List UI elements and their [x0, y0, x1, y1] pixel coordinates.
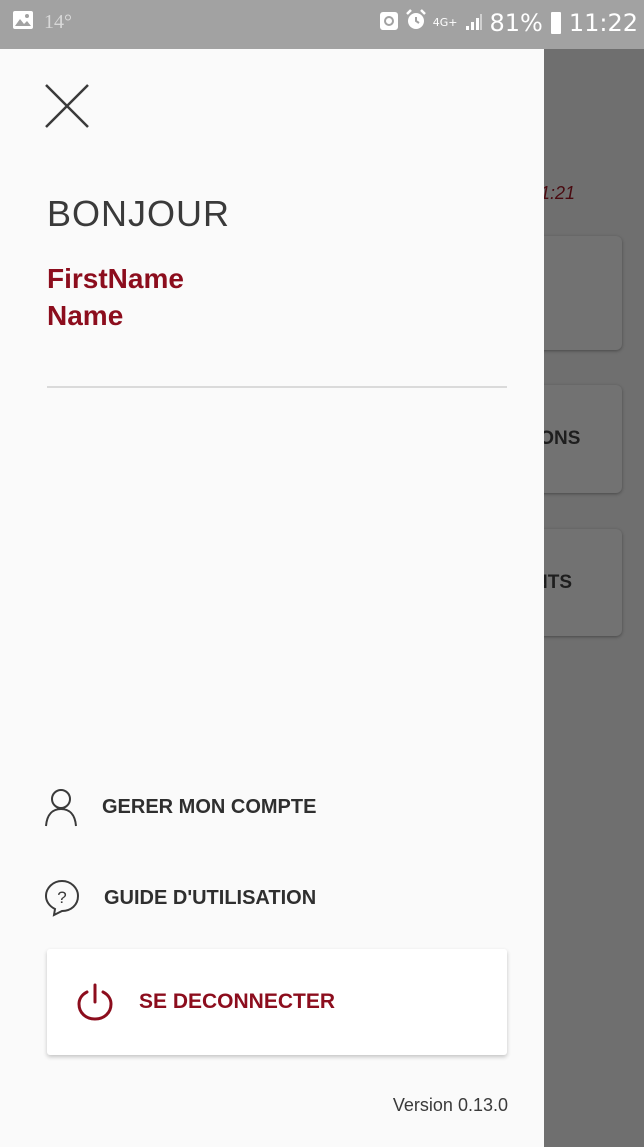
- network-type: 4G+: [432, 16, 458, 29]
- close-drawer-button[interactable]: [40, 79, 94, 133]
- menu-item-manage-account[interactable]: GERER MON COMPTE: [44, 787, 316, 827]
- background-card-label: NTS: [544, 571, 572, 593]
- status-bar: 14° 4G+ 81% 11:22: [0, 0, 644, 49]
- power-icon: [77, 983, 113, 1021]
- signal-icon: [465, 9, 483, 37]
- logout-label: SE DECONNECTER: [139, 990, 336, 1013]
- close-icon: [45, 84, 89, 128]
- battery-icon: [550, 12, 561, 34]
- app-version: Version 0.13.0: [392, 1095, 508, 1115]
- logout-button[interactable]: SE DECONNECTER: [47, 949, 507, 1055]
- alarm-icon: [405, 9, 427, 37]
- battery-percent: 81%: [489, 9, 543, 37]
- recycle-notification-icon: [379, 9, 399, 37]
- background-card-label: IONS: [544, 428, 581, 449]
- background-time: 1:21: [544, 183, 576, 203]
- menu-item-label: GERER MON COMPTE: [102, 795, 317, 818]
- background-card: [544, 236, 622, 350]
- clock: 11:22: [568, 9, 638, 37]
- greeting-title: BONJOUR: [47, 193, 231, 235]
- help-bubble-icon: ?: [44, 879, 80, 917]
- navigation-drawer: BONJOUR FirstName Name GERER MON COMPTE …: [0, 49, 544, 1147]
- svg-text:?: ?: [57, 888, 66, 907]
- user-first-name: FirstName: [47, 263, 184, 294]
- weather-temperature: 14°: [44, 10, 72, 33]
- menu-item-user-guide[interactable]: ? GUIDE D'UTILISATION: [44, 879, 316, 917]
- background-card: NTS: [544, 529, 622, 636]
- gallery-notification-icon: [12, 10, 34, 34]
- divider: [47, 386, 507, 388]
- background-card: IONS: [544, 385, 622, 493]
- user-name: FirstName Name: [47, 260, 184, 334]
- user-icon: [45, 789, 77, 827]
- background-app-scrim[interactable]: 1:21 IONS NTS: [544, 49, 644, 1147]
- menu-item-label: GUIDE D'UTILISATION: [104, 886, 317, 909]
- user-last-name: Name: [47, 300, 124, 331]
